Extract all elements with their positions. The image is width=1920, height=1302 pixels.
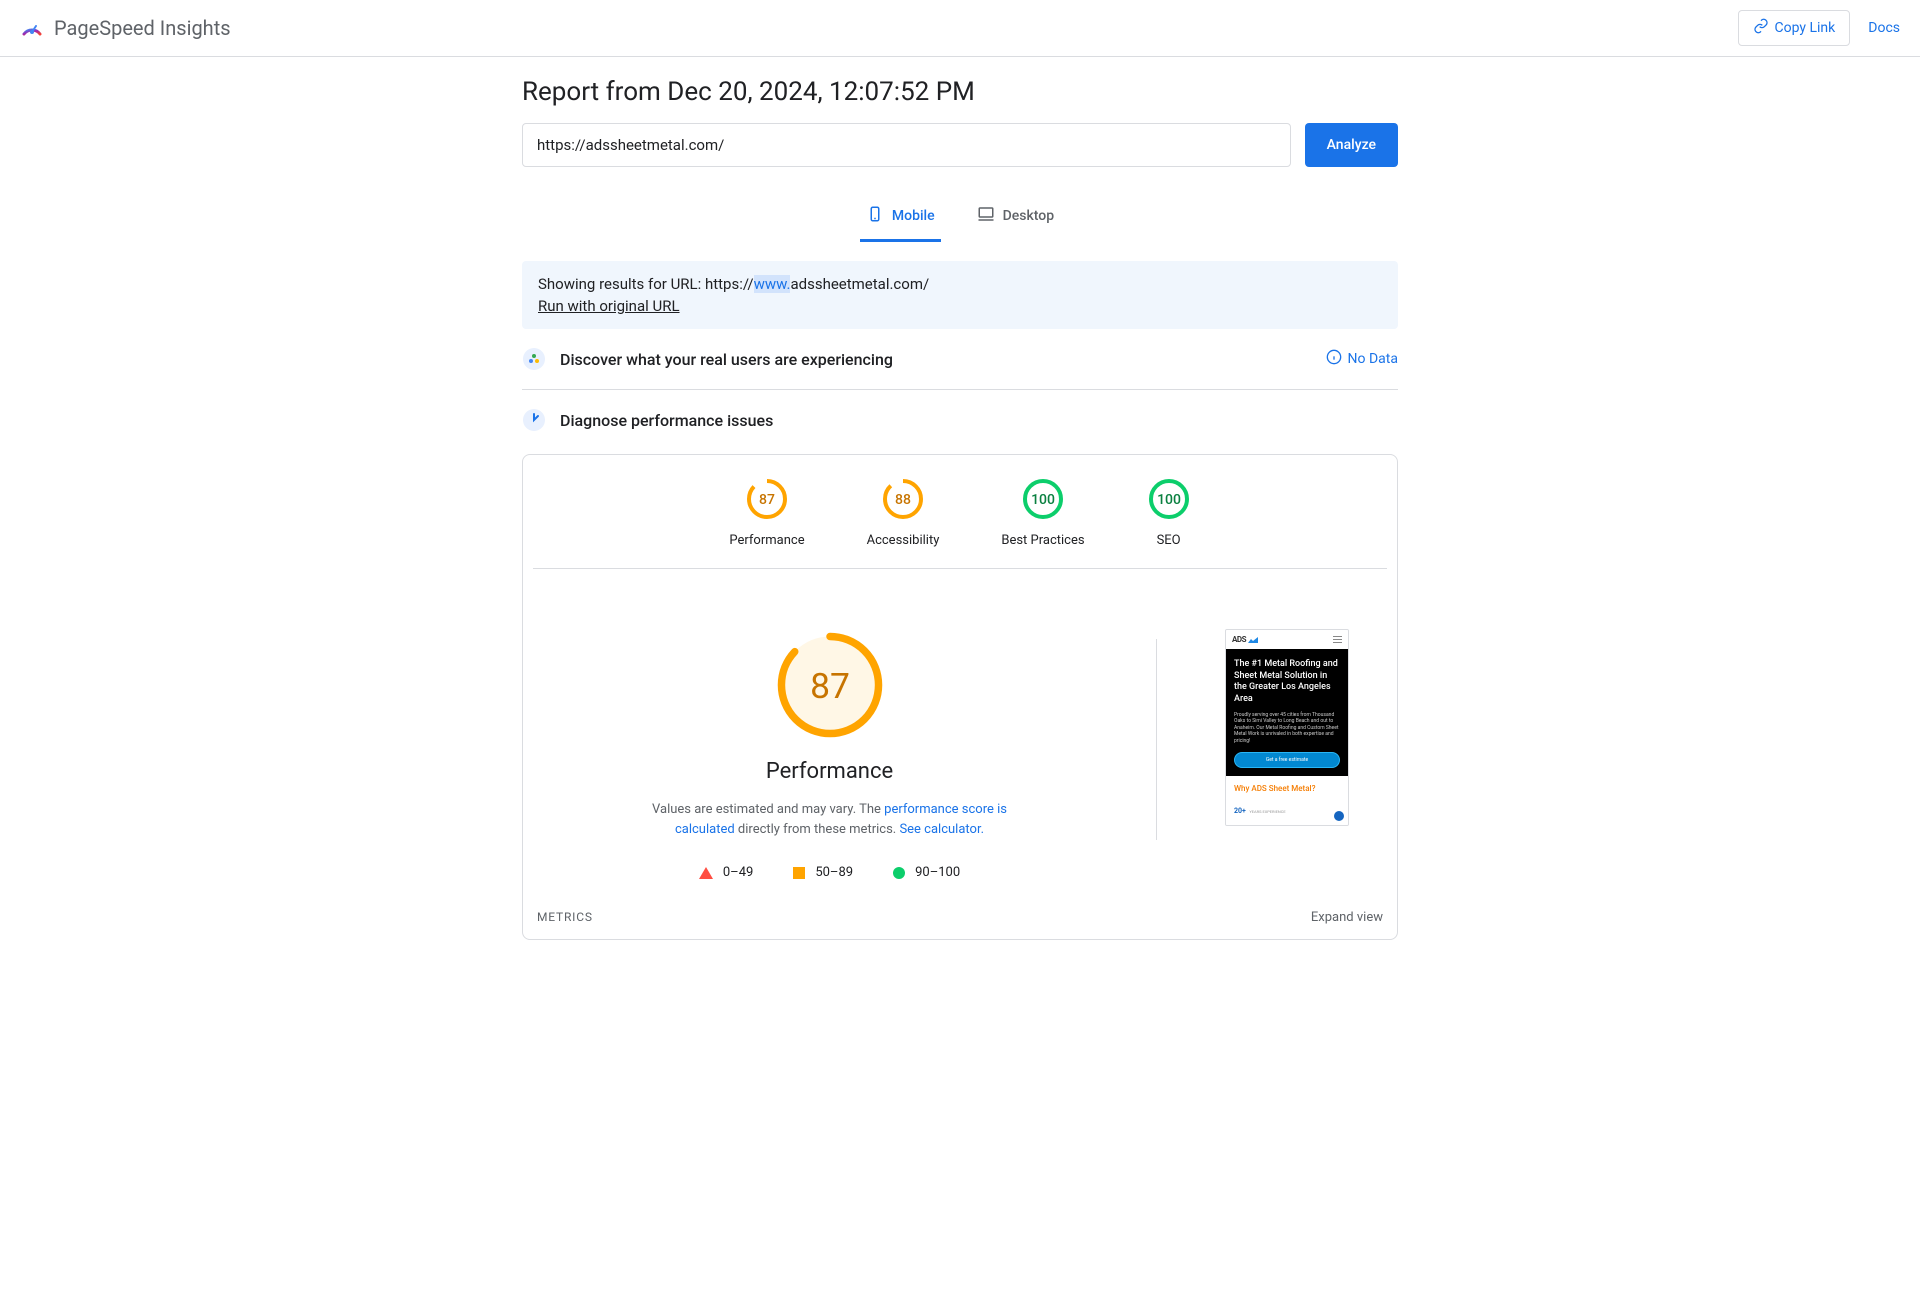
- legend-pass: 90–100: [893, 865, 960, 880]
- thumb-hero-subtitle: Proudly serving over 45 cities from Thou…: [1234, 712, 1340, 745]
- discover-icon: [522, 347, 546, 371]
- tab-desktop[interactable]: Desktop: [971, 191, 1060, 242]
- gauge-label: SEO: [1157, 533, 1181, 548]
- report-title: Report from Dec 20, 2024, 12:07:52 PM: [522, 77, 1398, 107]
- diagnose-icon: [522, 408, 546, 432]
- detail-divider: [1156, 639, 1157, 840]
- discover-title: Discover what your real users are experi…: [560, 350, 1312, 369]
- thumb-section2-title: Why ADS Sheet Metal?: [1234, 784, 1340, 793]
- header-right: Copy Link Docs: [1738, 10, 1901, 46]
- accessibility-icon: [1334, 811, 1344, 821]
- desktop-icon: [977, 205, 995, 227]
- diagnose-title: Diagnose performance issues: [560, 411, 1398, 430]
- performance-detail-left: 87 Performance Values are estimated and …: [533, 629, 1126, 880]
- thumb-header: ADS: [1226, 630, 1348, 649]
- diagnose-section-header: Diagnose performance issues: [522, 390, 1398, 450]
- no-data-label: No Data: [1348, 351, 1398, 367]
- legend-average: 50–89: [793, 865, 853, 880]
- svg-text:88: 88: [895, 492, 911, 508]
- info-icon: [1326, 349, 1342, 369]
- svg-text:87: 87: [759, 492, 775, 508]
- circle-icon: [893, 867, 905, 879]
- app-title: PageSpeed Insights: [54, 16, 231, 40]
- gauge-performance[interactable]: 87 Performance: [729, 477, 804, 548]
- metrics-label: METRICS: [537, 910, 593, 925]
- discover-section-header: Discover what your real users are experi…: [522, 329, 1398, 390]
- gauge-ring-icon: 100: [1021, 477, 1065, 521]
- thumb-hero-title: The #1 Metal Roofing and Sheet Metal Sol…: [1234, 659, 1340, 706]
- analyze-button[interactable]: Analyze: [1305, 123, 1398, 167]
- legend-fail: 0–49: [699, 865, 753, 880]
- performance-heading: Performance: [766, 759, 893, 784]
- gauge-accessibility[interactable]: 88 Accessibility: [867, 477, 940, 548]
- gauge-ring-icon: 88: [881, 477, 925, 521]
- banner-highlight: www.: [754, 275, 791, 293]
- lighthouse-report-card: 87 Performance 88 Accessibility 100 Best Prac…: [522, 454, 1398, 940]
- thumb-section2: Why ADS Sheet Metal? 20+ YEARS EXPERIENC…: [1226, 776, 1348, 825]
- thumb-years: 20+: [1234, 807, 1246, 815]
- gauge-label: Best Practices: [1001, 533, 1084, 548]
- copy-link-button[interactable]: Copy Link: [1738, 10, 1851, 46]
- see-calculator-link[interactable]: See calculator.: [899, 822, 984, 837]
- mobile-icon: [866, 205, 884, 227]
- performance-big-gauge: 87: [774, 629, 886, 741]
- expand-view-toggle[interactable]: Expand view: [1311, 910, 1383, 925]
- tab-mobile-label: Mobile: [892, 208, 935, 224]
- thumb-hero: The #1 Metal Roofing and Sheet Metal Sol…: [1226, 649, 1348, 776]
- tab-desktop-label: Desktop: [1003, 208, 1054, 224]
- gauge-label: Performance: [729, 533, 804, 548]
- svg-text:100: 100: [1031, 492, 1055, 508]
- banner-prefix: Showing results for URL: https://: [538, 275, 754, 293]
- url-redirect-banner: Showing results for URL: https://www.ads…: [522, 261, 1398, 329]
- url-input[interactable]: [522, 123, 1291, 167]
- main-content: Report from Dec 20, 2024, 12:07:52 PM An…: [522, 57, 1398, 980]
- metrics-footer-row: METRICS Expand view: [523, 910, 1397, 925]
- docs-link[interactable]: Docs: [1868, 20, 1900, 36]
- no-data-link[interactable]: No Data: [1326, 349, 1398, 369]
- banner-suffix: adssheetmetal.com/: [790, 275, 929, 293]
- device-tabs: Mobile Desktop: [522, 191, 1398, 243]
- screenshot-column: ADS The #1 Metal Roofing and Sheet Metal…: [1187, 629, 1387, 880]
- link-icon: [1753, 18, 1769, 38]
- url-row: Analyze: [522, 123, 1398, 167]
- big-gauge-score: 87: [810, 665, 850, 707]
- thumb-logo: ADS: [1232, 635, 1258, 644]
- gauge-best-practices[interactable]: 100 Best Practices: [1001, 477, 1084, 548]
- gauge-label: Accessibility: [867, 533, 940, 548]
- app-header: PageSpeed Insights Copy Link Docs: [0, 0, 1920, 57]
- thumb-cta-button: Get a free estimate: [1234, 752, 1340, 768]
- triangle-icon: [699, 867, 713, 879]
- score-legend: 0–49 50–89 90–100: [699, 865, 960, 880]
- page-screenshot-thumbnail: ADS The #1 Metal Roofing and Sheet Metal…: [1225, 629, 1349, 826]
- gauge-seo[interactable]: 100 SEO: [1147, 477, 1191, 548]
- gauge-ring-icon: 100: [1147, 477, 1191, 521]
- hamburger-icon: [1333, 636, 1342, 643]
- copy-link-label: Copy Link: [1775, 20, 1836, 36]
- thumb-years-sub: YEARS EXPERIENCE: [1249, 809, 1285, 814]
- square-icon: [793, 867, 805, 879]
- tab-mobile[interactable]: Mobile: [860, 191, 941, 242]
- gauges-row: 87 Performance 88 Accessibility 100 Best Prac…: [533, 477, 1387, 569]
- run-original-url-link[interactable]: Run with original URL: [538, 297, 680, 315]
- gauge-ring-icon: 87: [745, 477, 789, 521]
- performance-detail-row: 87 Performance Values are estimated and …: [523, 569, 1397, 910]
- performance-description: Values are estimated and may vary. The p…: [650, 800, 1010, 839]
- svg-text:100: 100: [1157, 492, 1181, 508]
- header-left: PageSpeed Insights: [20, 16, 231, 40]
- pagespeed-logo-icon: [20, 16, 44, 40]
